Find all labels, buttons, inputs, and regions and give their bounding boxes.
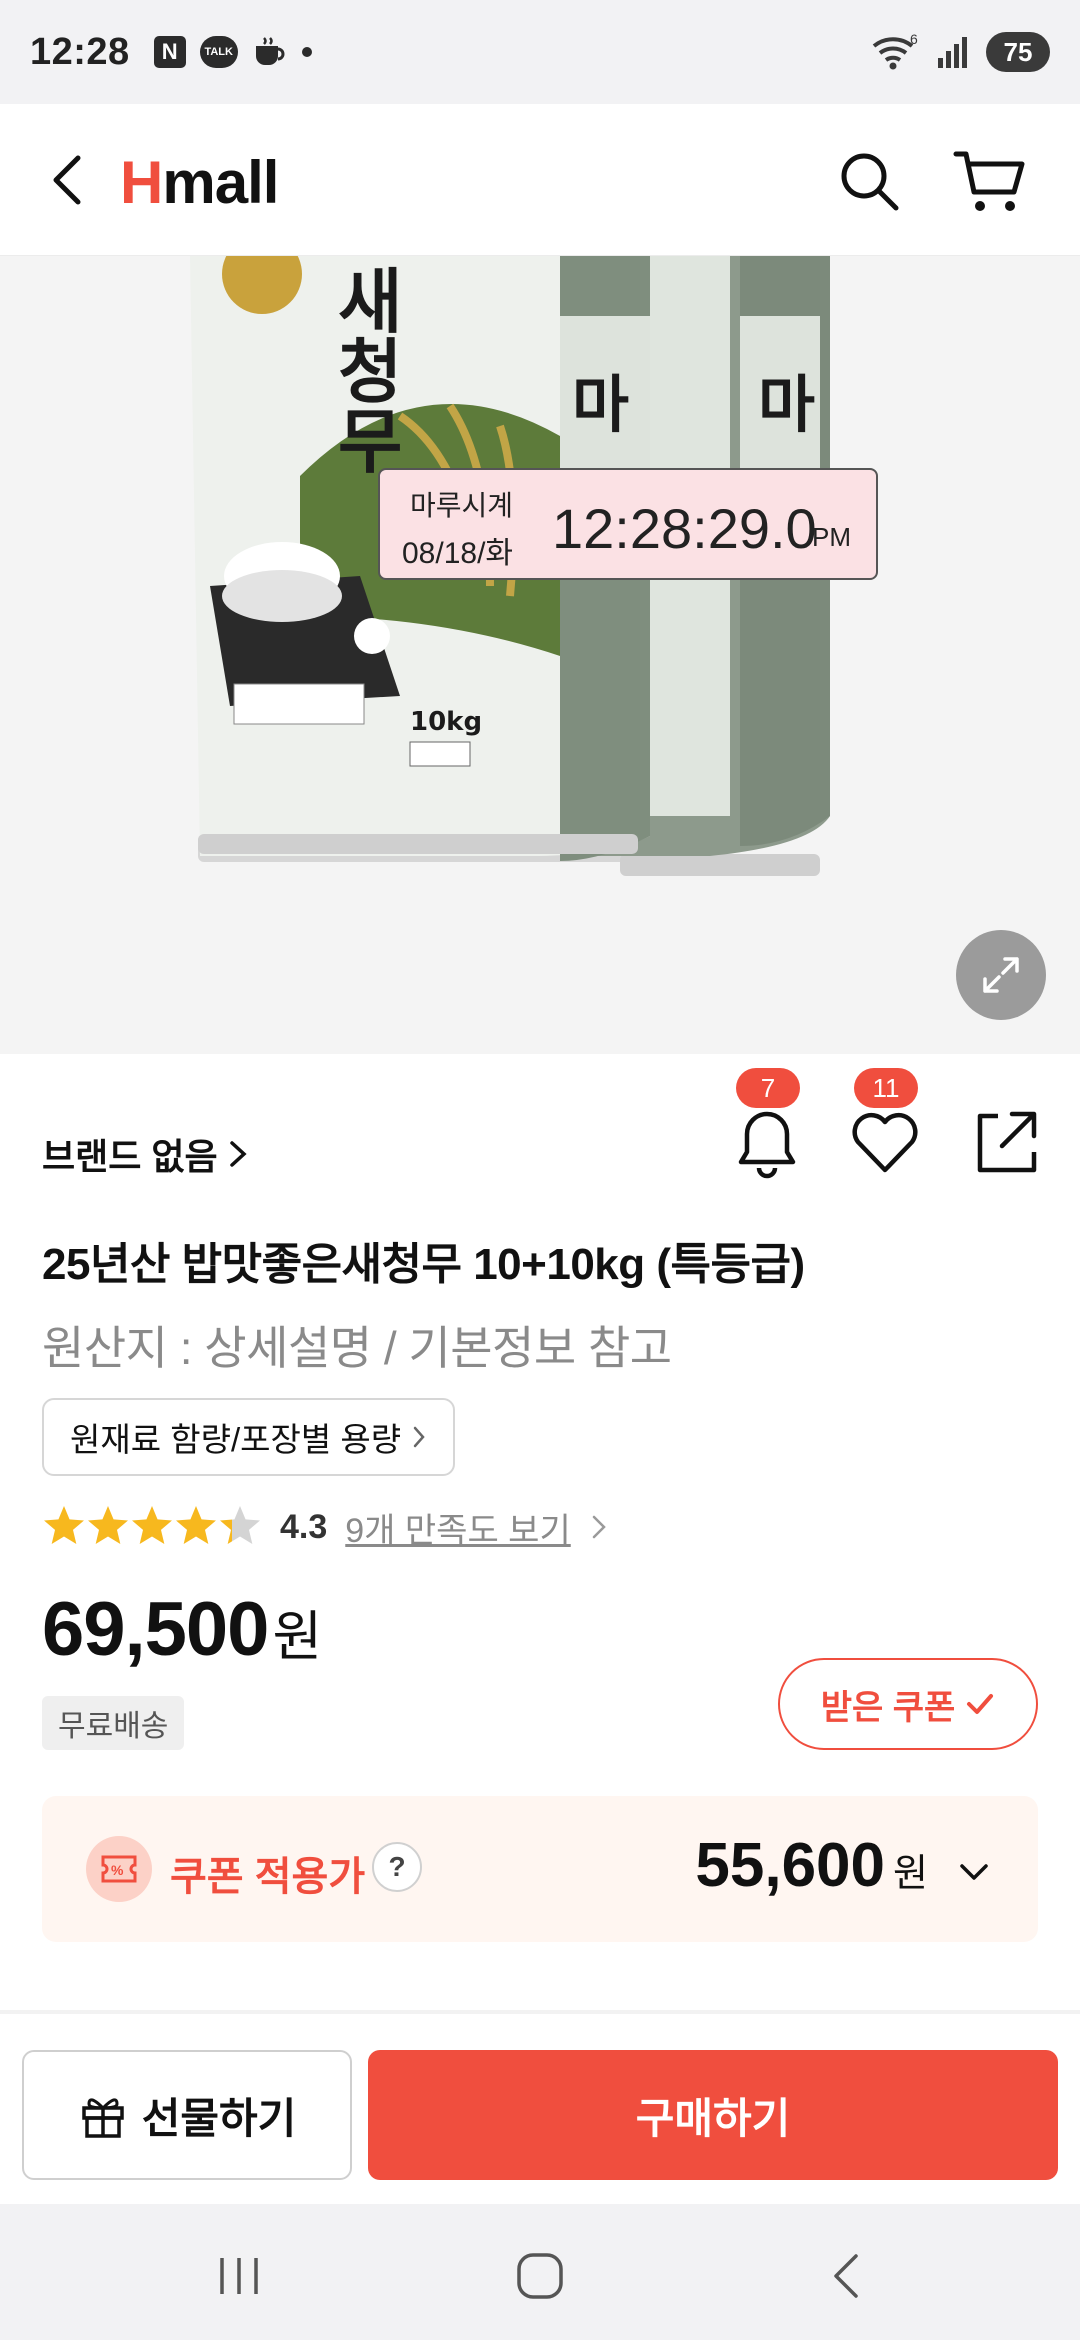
notification-icons: N TALK [153, 36, 312, 68]
cart-icon[interactable] [952, 148, 1028, 214]
coupon-price: 55,600 원 [695, 1830, 928, 1901]
rating-star [132, 1506, 172, 1544]
status-bar: 12:28 N TALK 6 75 [0, 0, 1080, 104]
clock-date: 08/18/화 [402, 537, 514, 570]
coupon-price-label: 쿠폰 적용가 [170, 1855, 366, 1899]
app-header: Hmall [0, 104, 1080, 256]
check-icon [967, 1694, 994, 1714]
logo-mall: mall [162, 149, 279, 216]
coupon-price-unit: 원 [893, 1853, 928, 1895]
expand-image-button[interactable] [956, 930, 1046, 1020]
buy-button[interactable]: 구매하기 [368, 2050, 1058, 2180]
more-notifications-dot [301, 47, 312, 57]
chevron-down-icon[interactable] [954, 1852, 994, 1892]
status-time: 12:28 [30, 30, 130, 73]
rating-row: 4.3 9개 만족도 보기 [42, 1500, 609, 1554]
signal-icon [938, 37, 967, 68]
wifi-badge: 6 [910, 32, 918, 47]
naver-notification-icon: N [153, 36, 186, 68]
brand-link[interactable]: 브랜드 없음 [42, 1128, 250, 1180]
rice-bags-image: 새 청 무 10kg 마 마 [190, 256, 830, 876]
gift-icon [81, 2098, 124, 2138]
clock-app-label: 마루시계 [410, 490, 514, 521]
price-value: 69,500 [42, 1587, 269, 1672]
review-link[interactable]: 9개 만족도 보기 [345, 1503, 570, 1552]
chevron-right-icon [229, 1141, 247, 1167]
system-back-icon[interactable] [826, 2250, 866, 2302]
rating-value: 4.3 [280, 1507, 328, 1546]
kakaotalk-notification-icon: TALK [199, 36, 238, 68]
bag2-side-char: 마 [758, 368, 815, 441]
rating-stars [44, 1506, 260, 1544]
coffee-notification-icon [255, 37, 285, 65]
brand-name: 브랜드 없음 [42, 1136, 218, 1177]
clock-time: 12:28:29.0 [552, 497, 817, 560]
coupon-price-panel[interactable]: % 쿠폰 적용가 ? 55,600 원 [42, 1796, 1038, 1942]
received-coupon-button[interactable]: 받은 쿠폰 [778, 1658, 1038, 1750]
coupon-price-value: 55,600 [695, 1831, 886, 1900]
spec-button-label: 원재료 함량/포장별 용량 [70, 1421, 402, 1458]
svg-text:%: % [111, 1862, 124, 1878]
expand-icon [983, 957, 1019, 993]
price-unit: 원 [272, 1607, 323, 1667]
gift-button-label: 선물하기 [141, 2094, 297, 2142]
purchase-action-bar: 선물하기 구매하기 [0, 2014, 1080, 2204]
rating-star [44, 1506, 84, 1544]
system-navigation-bar [0, 2204, 1080, 2340]
coupon-help-button[interactable]: ? [372, 1842, 422, 1892]
sale-price: 69,500 원 [42, 1586, 322, 1673]
home-icon[interactable] [514, 2250, 566, 2302]
search-icon[interactable] [836, 148, 902, 214]
coupon-icon: % [86, 1836, 152, 1902]
rating-star [176, 1506, 216, 1544]
rating-star [88, 1506, 128, 1544]
rating-star [220, 1506, 260, 1544]
share-icon[interactable] [968, 1106, 1042, 1180]
free-shipping-badge: 무료배송 [42, 1696, 185, 1750]
gift-button[interactable]: 선물하기 [22, 2050, 352, 2180]
floating-clock-widget[interactable]: 마루시계 08/18/화 12:28:29.0 PM [378, 468, 878, 580]
notify-count-badge: 7 [736, 1068, 800, 1108]
spec-capacity-button[interactable]: 원재료 함량/포장별 용량 [42, 1398, 456, 1476]
wifi-icon: 6 [872, 32, 918, 70]
bag-weight-label: 10kg [410, 707, 482, 737]
wish-count-badge: 11 [854, 1068, 918, 1108]
bag-side-char: 마 [572, 368, 629, 441]
product-image-gallery[interactable]: 새 청 무 10kg 마 마 [0, 256, 1080, 1054]
hmall-logo[interactable]: Hmall [120, 148, 279, 217]
chevron-right-icon[interactable] [589, 1512, 609, 1542]
battery-indicator: 75 [986, 32, 1050, 72]
chevron-right-icon [413, 1426, 425, 1448]
coupon-button-label: 받은 쿠폰 [820, 1688, 956, 1727]
logo-h: H [120, 149, 163, 216]
bell-icon[interactable] [730, 1106, 804, 1180]
back-arrow-icon[interactable] [40, 150, 100, 210]
heart-icon[interactable] [848, 1106, 922, 1180]
recent-apps-icon[interactable] [214, 2254, 264, 2298]
product-title: 25년산 밥맛좋은새청무 10+10kg (특등급) [42, 1240, 805, 1289]
product-origin: 원산지 : 상세설명 / 기본정보 참고 [42, 1322, 672, 1374]
clock-ampm: PM [812, 522, 851, 552]
